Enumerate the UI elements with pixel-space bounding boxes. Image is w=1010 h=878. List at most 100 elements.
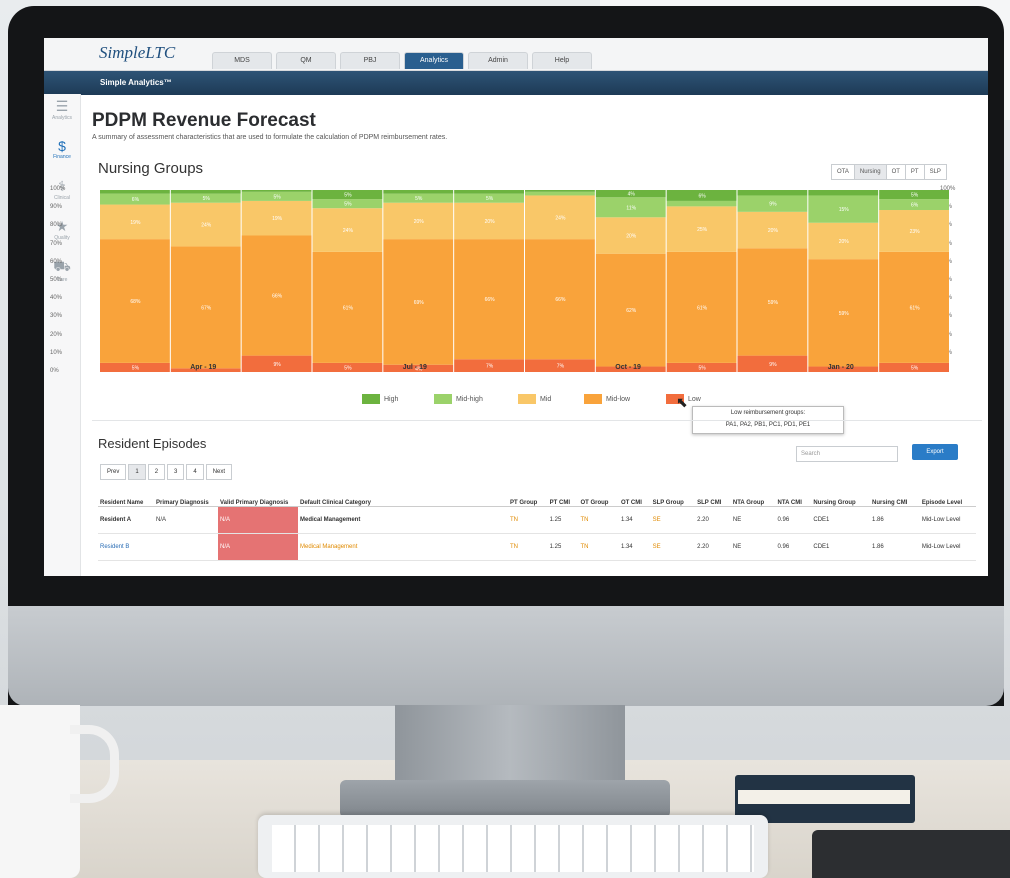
column-header[interactable]: OT Group bbox=[578, 482, 619, 507]
data-label: 5% bbox=[911, 193, 919, 199]
pager-next[interactable]: Next bbox=[205, 464, 233, 480]
legend-mid[interactable]: Mid bbox=[518, 394, 551, 404]
nav-title[interactable]: Simple Analytics™ bbox=[100, 78, 172, 87]
sidebar-item-analytics[interactable]: ☰ Analytics bbox=[44, 94, 80, 134]
column-header[interactable]: NTA Group bbox=[730, 482, 776, 507]
legend-swatch bbox=[362, 394, 380, 404]
column-header[interactable]: PT CMI bbox=[547, 482, 579, 507]
pagination: Prev 1 2 3 4 Next bbox=[100, 464, 234, 480]
legend-mid-high[interactable]: Mid-high bbox=[434, 394, 483, 404]
top-bar: SimpleLTC MDS QM PBJ Analytics Admin Hel… bbox=[44, 38, 988, 71]
data-label: 5% bbox=[698, 365, 706, 371]
segment-nta[interactable]: OTA bbox=[831, 164, 855, 180]
table-cell: TN bbox=[578, 533, 619, 561]
y-tick-label: 40% bbox=[50, 295, 63, 302]
pager-page-3[interactable]: 3 bbox=[167, 464, 185, 480]
sidebar-item-label: Finance bbox=[53, 154, 71, 160]
mug-handle bbox=[70, 725, 119, 803]
data-label: 66% bbox=[272, 294, 283, 300]
bar-segment-high[interactable] bbox=[525, 190, 595, 192]
table-cell: 0.96 bbox=[775, 533, 812, 561]
pager-prev[interactable]: Prev bbox=[100, 464, 127, 480]
data-label: 6% bbox=[698, 193, 706, 199]
dollar-icon: $ bbox=[58, 138, 66, 154]
data-label: 5% bbox=[486, 196, 494, 202]
column-header[interactable]: OT CMI bbox=[618, 482, 651, 507]
data-label: 11% bbox=[626, 205, 636, 211]
pager-page-4[interactable]: 4 bbox=[186, 464, 204, 480]
tab-qm[interactable]: QM bbox=[276, 52, 336, 69]
segment-pt[interactable]: PT bbox=[904, 164, 925, 180]
y-tick-label: 100% bbox=[50, 186, 66, 192]
data-label: 24% bbox=[201, 223, 212, 229]
chart-icon: ☰ bbox=[55, 98, 69, 114]
column-header[interactable]: Resident Name bbox=[98, 482, 154, 507]
column-header[interactable]: NTA CMI bbox=[775, 482, 812, 507]
table-cell: NE bbox=[730, 533, 776, 561]
column-header[interactable]: Primary Diagnosis bbox=[154, 482, 218, 507]
segment-nursing[interactable]: Nursing bbox=[853, 164, 887, 180]
pointer-cursor-icon: ⬉ bbox=[676, 394, 688, 410]
segment-ot[interactable]: OT bbox=[885, 164, 906, 180]
bar-segment-mid-high[interactable] bbox=[525, 191, 595, 196]
book-pages bbox=[738, 790, 910, 804]
column-header[interactable]: SLP Group bbox=[650, 482, 696, 507]
column-header[interactable]: SLP CMI bbox=[695, 482, 731, 507]
tab-analytics[interactable]: Analytics bbox=[404, 52, 464, 69]
column-header[interactable]: Default Clinical Category bbox=[298, 482, 508, 507]
bar-segment-high[interactable] bbox=[737, 190, 808, 196]
page-subtitle: A summary of assessment characteristics … bbox=[92, 134, 448, 141]
table-cell: 1.86 bbox=[870, 533, 920, 561]
legend-mid-low[interactable]: Mid-low bbox=[584, 394, 630, 404]
table-cell: CDE1 bbox=[811, 533, 871, 561]
sidebar-item-quality[interactable]: ★ Quality bbox=[44, 214, 80, 254]
column-header[interactable]: Nursing CMI bbox=[870, 482, 920, 507]
column-header[interactable]: Valid Primary Diagnosis bbox=[218, 482, 298, 507]
data-label: 61% bbox=[910, 305, 921, 311]
mouse-pad bbox=[812, 830, 1010, 878]
column-header[interactable]: Episode Level bbox=[919, 482, 976, 507]
tab-pbj[interactable]: PBJ bbox=[340, 52, 400, 69]
segment-slp[interactable]: SLP bbox=[923, 164, 947, 180]
coffee-mug bbox=[0, 705, 80, 878]
bar-segment-high[interactable] bbox=[100, 190, 170, 194]
data-label: 4% bbox=[628, 192, 636, 198]
table-cell[interactable]: Resident B bbox=[98, 533, 154, 561]
bar-segment-high[interactable] bbox=[241, 190, 312, 192]
group-selector: OTA Nursing OT PT SLP bbox=[831, 164, 947, 180]
app-logo[interactable]: SimpleLTC bbox=[99, 43, 175, 63]
column-header[interactable]: Nursing Group bbox=[811, 482, 871, 507]
pager-page-1[interactable]: 1 bbox=[128, 464, 146, 480]
column-header[interactable]: PT Group bbox=[508, 482, 548, 507]
sidebar-item-finance[interactable]: $ Finance bbox=[44, 134, 80, 174]
data-label: 20% bbox=[485, 219, 496, 225]
data-label: 61% bbox=[697, 305, 708, 311]
table-row[interactable]: Resident B N/A Medical Management TN 1.2… bbox=[98, 533, 976, 561]
legend-high[interactable]: High bbox=[362, 394, 398, 404]
y-tick-label: 50% bbox=[50, 277, 63, 283]
episodes-table: Resident Name Primary Diagnosis Valid Pr… bbox=[98, 482, 976, 561]
export-button[interactable]: Export bbox=[912, 444, 958, 460]
x-tick-label: Oct - 19 bbox=[615, 364, 641, 371]
bar-segment-high[interactable] bbox=[454, 190, 524, 194]
data-label: 6% bbox=[911, 203, 919, 209]
data-label: 9% bbox=[769, 202, 777, 208]
bar-segment-mid-high[interactable] bbox=[666, 200, 737, 207]
tab-mds[interactable]: MDS bbox=[212, 52, 272, 69]
table-cell: 2.20 bbox=[695, 533, 731, 561]
tab-help[interactable]: Help bbox=[532, 52, 592, 69]
bar-segment-high[interactable] bbox=[383, 190, 454, 194]
bar-segment-high[interactable] bbox=[170, 190, 241, 194]
data-label: 19% bbox=[272, 216, 283, 222]
page-title: PDPM Revenue Forecast bbox=[92, 110, 316, 131]
section-divider bbox=[92, 420, 982, 421]
bar-segment-high[interactable] bbox=[808, 190, 879, 196]
table-header-row: Resident Name Primary Diagnosis Valid Pr… bbox=[98, 482, 976, 507]
table-row[interactable]: Resident A N/A N/A Medical Management TN… bbox=[98, 506, 976, 534]
search-input[interactable]: Search bbox=[796, 446, 898, 462]
table-cell: TN bbox=[578, 506, 619, 534]
pager-page-2[interactable]: 2 bbox=[147, 464, 166, 480]
tab-admin[interactable]: Admin bbox=[468, 52, 528, 69]
y-tick-label: 0% bbox=[50, 368, 59, 374]
sidebar-item-label: Clinical bbox=[53, 195, 71, 201]
